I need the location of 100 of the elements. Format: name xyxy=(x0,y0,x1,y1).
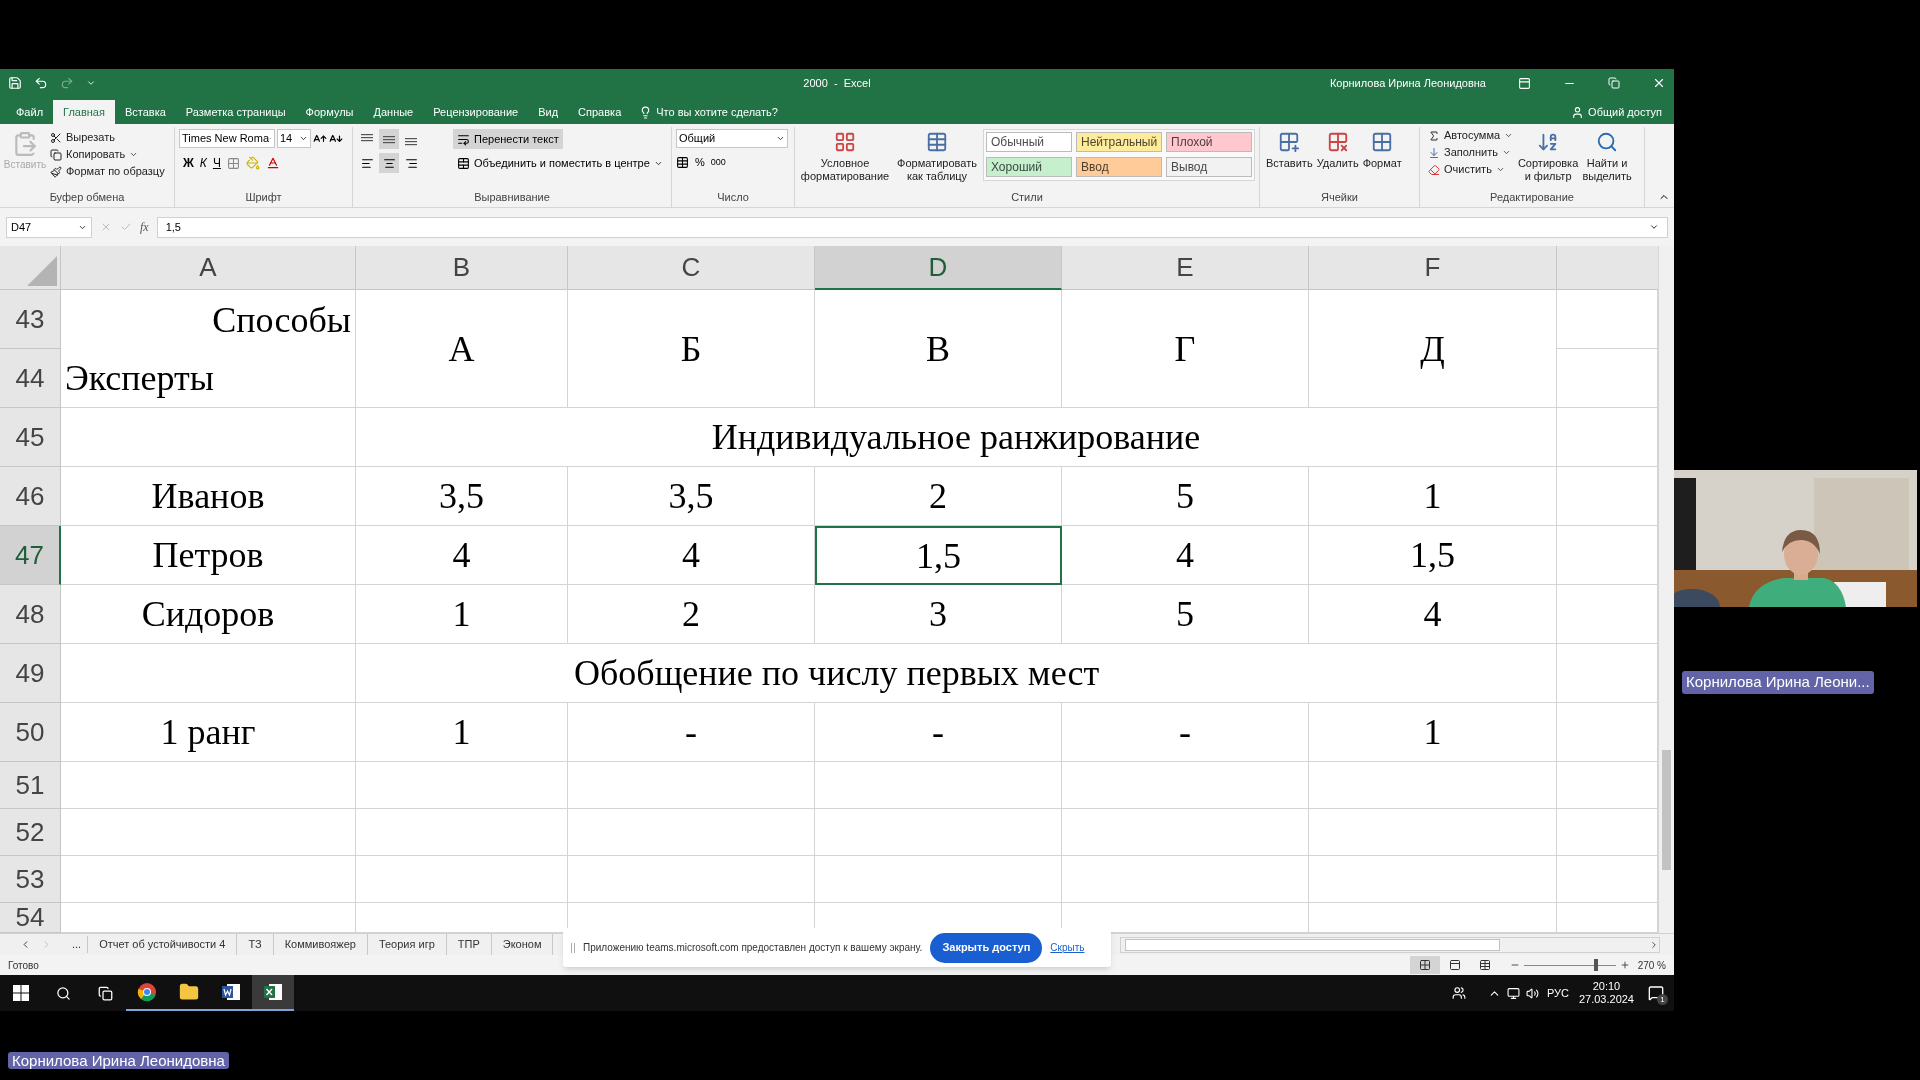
delete-cells-button[interactable]: Удалить xyxy=(1314,127,1361,190)
merge-button[interactable]: Объединить и поместить в центре xyxy=(453,153,667,173)
scroll-right-icon[interactable] xyxy=(1649,939,1659,950)
row-number[interactable]: 49 xyxy=(0,644,61,703)
fill-button[interactable]: Заполнить xyxy=(1424,144,1518,161)
ribbon-tab[interactable]: Вид xyxy=(528,100,569,124)
restore-icon[interactable] xyxy=(1608,77,1620,89)
people-icon[interactable] xyxy=(1451,986,1466,1000)
font-color-icon[interactable] xyxy=(265,156,280,170)
style-swatch[interactable]: Нейтральный xyxy=(1076,132,1162,152)
underline-button[interactable]: Ч xyxy=(212,154,221,172)
table-cell[interactable]: 4 xyxy=(356,526,568,585)
empty-cell[interactable] xyxy=(1557,349,1658,408)
autosum-button[interactable]: Автосумма xyxy=(1424,127,1518,144)
stop-sharing-button[interactable]: Закрыть доступ xyxy=(930,932,1043,963)
vertical-align-button[interactable] xyxy=(379,129,399,149)
row-number[interactable]: 54 xyxy=(0,903,61,933)
thousands-button[interactable]: 000 xyxy=(710,155,726,169)
table-cell[interactable]: 3,5 xyxy=(356,467,568,526)
fill-color-icon[interactable] xyxy=(245,156,260,170)
percent-button[interactable]: % xyxy=(695,154,705,171)
table-cell[interactable]: 4 xyxy=(1062,526,1309,585)
select-all-icon[interactable] xyxy=(27,256,57,286)
row-number[interactable]: 51 xyxy=(0,762,61,809)
table-cell[interactable]: 1 xyxy=(356,585,568,644)
ribbon-tab[interactable]: Файл xyxy=(6,100,54,124)
table-cell[interactable]: 4 xyxy=(1309,585,1557,644)
zoom-level[interactable]: 270 % xyxy=(1637,957,1666,973)
ribbon-display-icon[interactable] xyxy=(1518,76,1531,90)
table-cell[interactable]: 5 xyxy=(1062,585,1309,644)
style-swatch[interactable]: Вывод xyxy=(1166,157,1252,177)
network-icon[interactable] xyxy=(1506,986,1520,1000)
table-cell[interactable]: 3,5 xyxy=(568,467,815,526)
column-header[interactable]: A xyxy=(61,246,356,290)
formula-field[interactable]: 1,5 xyxy=(156,216,1668,238)
notifications-icon[interactable] xyxy=(1648,985,1664,1001)
table-cell[interactable]: 4 xyxy=(568,526,815,585)
hide-link[interactable]: Скрыть xyxy=(1050,940,1085,955)
style-swatch[interactable]: Хороший xyxy=(986,157,1072,177)
column-header[interactable]: F xyxy=(1309,246,1557,290)
name-box[interactable]: D47 xyxy=(6,216,92,238)
row-number[interactable]: 43 xyxy=(0,290,61,349)
bold-button[interactable]: Ж xyxy=(183,154,194,172)
table-cell[interactable]: 1,5 xyxy=(815,526,1062,585)
row-number[interactable]: 46 xyxy=(0,467,61,526)
zoom-slider-thumb[interactable] xyxy=(1594,958,1599,971)
column-header[interactable]: B xyxy=(356,246,568,290)
row-number[interactable]: 50 xyxy=(0,703,61,762)
wrap-text-button[interactable]: Перенести текст xyxy=(453,129,563,149)
font-name-field[interactable]: Times New Roma xyxy=(179,129,275,148)
ribbon-tab[interactable]: Данные xyxy=(363,100,424,124)
row-number[interactable]: 45 xyxy=(0,408,61,467)
search-icon[interactable] xyxy=(55,985,71,1001)
row-number[interactable]: 52 xyxy=(0,809,61,856)
share-button[interactable]: Общий доступ xyxy=(1559,100,1674,124)
italic-button[interactable]: К xyxy=(199,154,207,172)
ribbon-tab[interactable]: Разметка страницы xyxy=(175,100,296,124)
drag-handle-icon[interactable] xyxy=(571,942,575,953)
ribbon-tab[interactable]: Справка xyxy=(568,100,632,124)
number-format-field[interactable]: Общий xyxy=(676,129,788,148)
close-icon[interactable] xyxy=(1652,76,1666,90)
row-number[interactable]: 48 xyxy=(0,585,61,644)
row-number[interactable]: 53 xyxy=(0,856,61,903)
vertical-scrollbar[interactable] xyxy=(1658,246,1674,933)
font-size-field[interactable]: 14 xyxy=(277,129,311,148)
undo-icon[interactable] xyxy=(34,76,48,90)
cut-button[interactable]: Вырезать xyxy=(46,129,169,146)
ribbon-tab[interactable]: Главная xyxy=(53,100,115,124)
horizontal-scrollbar[interactable] xyxy=(1120,936,1660,953)
style-swatch[interactable]: Ввод xyxy=(1076,157,1162,177)
table-cell[interactable]: 2 xyxy=(815,467,1062,526)
tell-me-field[interactable]: Что вы хотите сделать? xyxy=(631,100,786,124)
conditional-format-button[interactable]: Условное форматирование xyxy=(799,127,891,190)
table-cell[interactable]: 1,5 xyxy=(1309,526,1557,585)
volume-icon[interactable] xyxy=(1525,986,1539,1000)
row-number[interactable]: 44 xyxy=(0,349,61,408)
empty-cell[interactable] xyxy=(1557,290,1658,349)
style-swatch[interactable]: Плохой xyxy=(1166,132,1252,152)
format-table-button[interactable]: Форматировать как таблицу xyxy=(891,127,983,190)
clear-button[interactable]: Очистить xyxy=(1424,161,1518,178)
borders-icon[interactable] xyxy=(226,156,240,170)
ribbon-tab[interactable]: Вставка xyxy=(114,100,176,124)
more-sheets-button[interactable]: ... xyxy=(66,936,89,953)
style-swatch[interactable]: Обычный xyxy=(986,132,1072,152)
find-select-button[interactable]: Найти и выделить xyxy=(1579,127,1636,190)
column-header[interactable]: E xyxy=(1062,246,1309,290)
table-cell[interactable]: 3 xyxy=(815,585,1062,644)
save-icon[interactable] xyxy=(8,76,22,90)
task-view-icon[interactable] xyxy=(97,985,113,1001)
ribbon-tab[interactable]: Формулы xyxy=(295,100,364,124)
format-cells-button[interactable]: Формат xyxy=(1360,127,1404,190)
language-indicator[interactable]: РУС xyxy=(1546,984,1569,1002)
ribbon-tab[interactable]: Рецензирование xyxy=(423,100,529,124)
horizontal-align-button[interactable] xyxy=(379,153,399,173)
copy-button[interactable]: Копировать xyxy=(46,146,169,163)
zoom-in-icon[interactable] xyxy=(1619,960,1630,970)
row-number[interactable]: 47 xyxy=(0,526,61,585)
table-cell[interactable]: 5 xyxy=(1062,467,1309,526)
start-icon[interactable] xyxy=(13,985,29,1001)
column-header[interactable]: C xyxy=(568,246,815,290)
